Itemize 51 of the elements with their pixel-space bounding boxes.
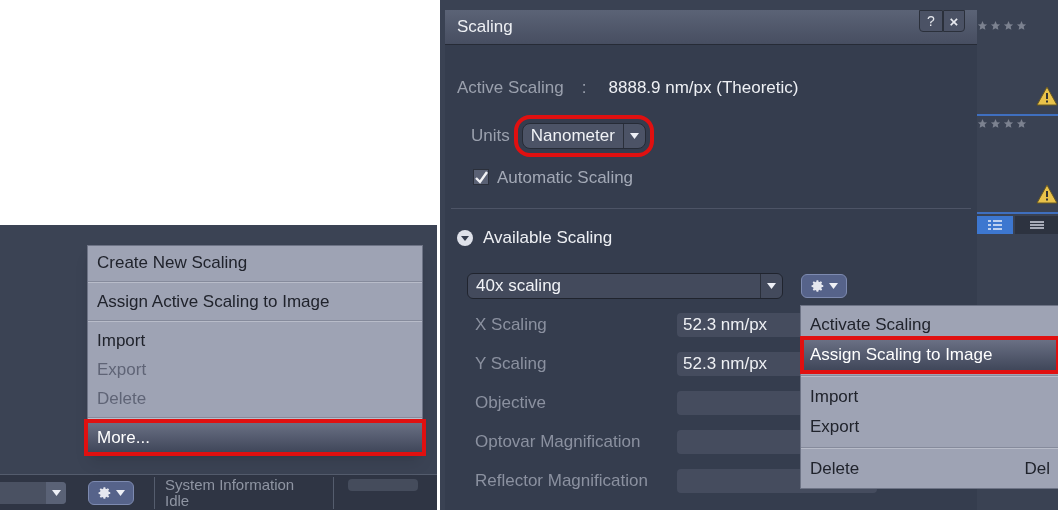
settings-button[interactable] [88, 480, 134, 505]
list-icon [988, 220, 1002, 230]
field-label: Y Scaling [475, 352, 548, 375]
star-icon [990, 118, 1001, 129]
menu-item[interactable]: Export [804, 412, 1056, 442]
star-icon [1003, 20, 1014, 31]
field-label: Units [471, 124, 510, 147]
field-separator: : [581, 77, 587, 99]
status-text: Idle [165, 492, 190, 509]
list-view-button[interactable] [977, 216, 1013, 234]
status-title: System Information [165, 476, 296, 493]
star-icon [977, 20, 988, 31]
field-label: Reflector Magnification [475, 469, 649, 492]
lines-icon [1029, 221, 1044, 229]
star-icon [990, 20, 1001, 31]
menu-item[interactable]: Import [804, 382, 1056, 412]
checkbox[interactable] [473, 169, 489, 186]
menu-item[interactable]: Create New Scaling [88, 248, 422, 277]
field-label: Objective [475, 391, 547, 414]
star-icon [977, 118, 988, 129]
scaling-dropdown[interactable]: 40x scaling [467, 272, 783, 299]
settings-button[interactable] [801, 273, 847, 298]
menu-item[interactable]: Delete Del [804, 454, 1056, 484]
gear-icon [810, 278, 825, 293]
active-scaling-value: 8888.9 nm/px (Theoretic) [608, 77, 799, 99]
collapse-icon[interactable] [457, 229, 473, 246]
caret-icon [828, 282, 838, 289]
field-label: Active Scaling [457, 77, 564, 99]
close-button[interactable]: × [943, 10, 965, 32]
caret-icon [115, 489, 125, 496]
star-icon [1003, 118, 1014, 129]
grid-view-button[interactable] [1015, 216, 1058, 234]
caret-icon [51, 489, 61, 496]
menu-item[interactable]: Assign Active Scaling to Image [88, 287, 422, 316]
caret-icon [629, 132, 639, 139]
dropdown[interactable] [0, 481, 66, 504]
menu-item[interactable]: Import [88, 326, 422, 355]
warning-icon [1036, 86, 1058, 106]
gear-icon [97, 485, 112, 500]
warning-icon [1036, 184, 1058, 204]
help-button[interactable]: ? [919, 10, 943, 32]
field-label: X Scaling [475, 313, 548, 336]
checkbox-label: Automatic Scaling [497, 166, 634, 189]
caret-icon [767, 282, 776, 289]
shortcut-text: Del [1024, 458, 1050, 480]
section-title: Available Scaling [483, 227, 613, 249]
star-icon [1016, 118, 1027, 129]
status-field [348, 479, 418, 491]
field-label: Optovar Magnification [475, 430, 642, 453]
window-title: Scaling [457, 16, 513, 39]
star-icon [1016, 20, 1027, 31]
